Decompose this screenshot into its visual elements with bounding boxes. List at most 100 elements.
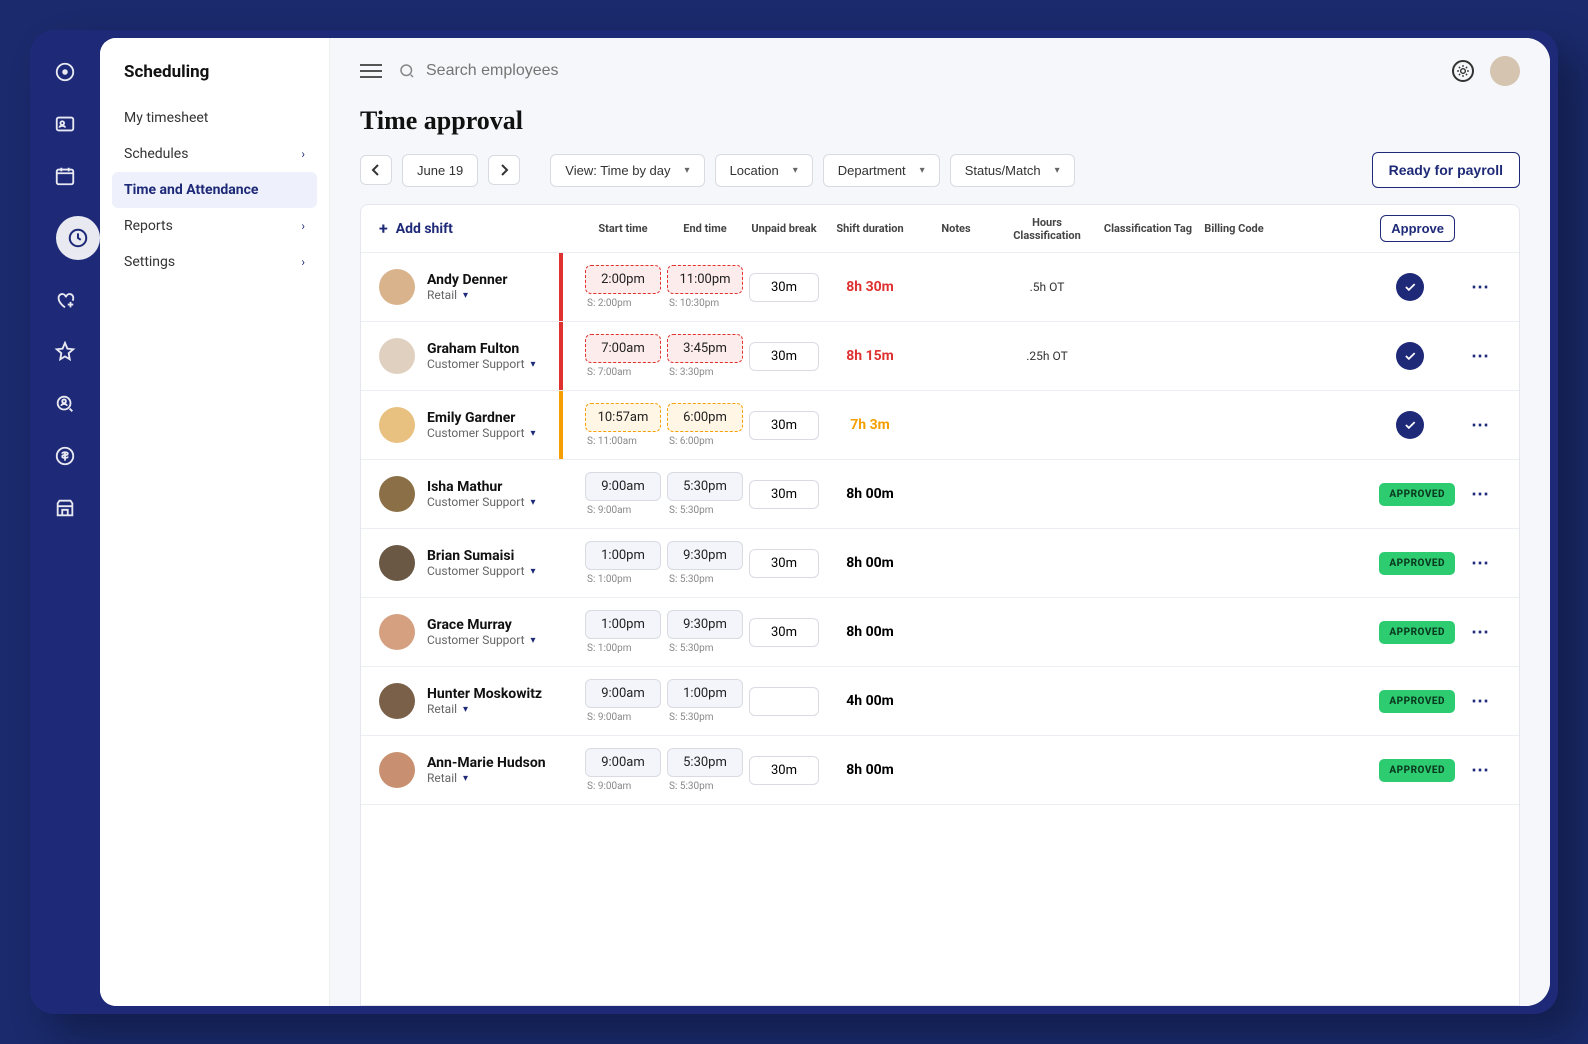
break-input[interactable]: 30m bbox=[749, 549, 819, 578]
employee-name: Grace Murray bbox=[427, 617, 536, 633]
break-input[interactable] bbox=[749, 687, 819, 716]
start-time-input[interactable]: 1:00pm bbox=[585, 610, 661, 639]
end-time-input[interactable]: 3:45pm bbox=[667, 334, 743, 363]
star-icon[interactable] bbox=[53, 340, 77, 364]
break-input[interactable]: 30m bbox=[749, 273, 819, 302]
date-label[interactable]: June 19 bbox=[402, 154, 478, 187]
calendar-icon[interactable] bbox=[53, 164, 77, 188]
approve-all-button[interactable]: Approve bbox=[1380, 215, 1455, 242]
end-time-input[interactable]: 5:30pm bbox=[667, 748, 743, 777]
help-icon[interactable] bbox=[1452, 60, 1474, 82]
table-row: Hunter MoskowitzRetail▾9:00amS: 9:00am1:… bbox=[361, 667, 1519, 736]
approved-badge: APPROVED bbox=[1379, 552, 1455, 575]
scheduled-start: S: 9:00am bbox=[585, 505, 661, 516]
end-time-input[interactable]: 9:30pm bbox=[667, 541, 743, 570]
break-input[interactable]: 30m bbox=[749, 342, 819, 371]
start-time-input[interactable]: 7:00am bbox=[585, 334, 661, 363]
row-more-button[interactable]: ⋯ bbox=[1461, 346, 1501, 367]
row-more-button[interactable]: ⋯ bbox=[1461, 277, 1501, 298]
break-input[interactable]: 30m bbox=[749, 411, 819, 440]
scheduled-start: S: 1:00pm bbox=[585, 574, 661, 585]
end-time-input[interactable]: 1:00pm bbox=[667, 679, 743, 708]
end-time-input[interactable]: 5:30pm bbox=[667, 472, 743, 501]
department-select[interactable]: Customer Support▾ bbox=[427, 495, 536, 509]
scheduled-start: S: 7:00am bbox=[585, 367, 661, 378]
plus-icon: + bbox=[379, 219, 388, 238]
menu-toggle[interactable] bbox=[360, 60, 382, 82]
avatar bbox=[379, 476, 415, 512]
search-input[interactable] bbox=[426, 62, 726, 80]
start-time-input[interactable]: 9:00am bbox=[585, 679, 661, 708]
approve-button[interactable] bbox=[1396, 411, 1424, 439]
department-select[interactable]: Retail▾ bbox=[427, 288, 507, 302]
scheduled-start: S: 1:00pm bbox=[585, 643, 661, 654]
start-time-input[interactable]: 1:00pm bbox=[585, 541, 661, 570]
hours-classification: .5h OT bbox=[997, 280, 1097, 294]
department-select[interactable]: Customer Support▾ bbox=[427, 633, 536, 647]
heart-plus-icon[interactable] bbox=[53, 288, 77, 312]
date-prev-button[interactable] bbox=[360, 155, 392, 185]
approved-badge: APPROVED bbox=[1379, 483, 1455, 506]
table-row: Brian SumaisiCustomer Support▾1:00pmS: 1… bbox=[361, 529, 1519, 598]
start-time-input[interactable]: 9:00am bbox=[585, 748, 661, 777]
sidenav-item[interactable]: Time and Attendance bbox=[112, 172, 317, 208]
end-time-input[interactable]: 9:30pm bbox=[667, 610, 743, 639]
row-more-button[interactable]: ⋯ bbox=[1461, 622, 1501, 643]
approve-button[interactable] bbox=[1396, 273, 1424, 301]
col-break: Unpaid break bbox=[749, 222, 819, 235]
status-dropdown[interactable]: Status/Match▾ bbox=[950, 154, 1075, 187]
sidenav-item[interactable]: Schedules› bbox=[112, 136, 317, 172]
end-time-input[interactable]: 6:00pm bbox=[667, 403, 743, 432]
start-time-input[interactable]: 2:00pm bbox=[585, 265, 661, 294]
location-dropdown[interactable]: Location▾ bbox=[715, 154, 813, 187]
sidenav-item[interactable]: Reports› bbox=[112, 208, 317, 244]
person-search-icon[interactable] bbox=[53, 392, 77, 416]
page-title: Time approval bbox=[360, 106, 1520, 136]
approve-button[interactable] bbox=[1396, 342, 1424, 370]
row-more-button[interactable]: ⋯ bbox=[1461, 415, 1501, 436]
avatar bbox=[379, 338, 415, 374]
table-row: Grace MurrayCustomer Support▾ 1:00pm S: 1:… bbox=[361, 598, 1519, 667]
ready-for-payroll-button[interactable]: Ready for payroll bbox=[1372, 152, 1520, 188]
sidenav-item[interactable]: Settings› bbox=[112, 244, 317, 280]
view-dropdown[interactable]: View: Time by day▾ bbox=[550, 154, 704, 187]
department-select[interactable]: Customer Support▾ bbox=[427, 426, 536, 440]
date-next-button[interactable] bbox=[488, 155, 520, 185]
shift-duration: 7h 3m bbox=[825, 417, 915, 433]
chevron-down-icon: ▾ bbox=[531, 359, 536, 370]
department-select[interactable]: Retail▾ bbox=[427, 771, 546, 785]
store-icon[interactable] bbox=[53, 496, 77, 520]
avatar bbox=[379, 752, 415, 788]
scheduled-start: S: 2:00pm bbox=[585, 298, 661, 309]
department-select[interactable]: Customer Support▾ bbox=[427, 357, 536, 371]
sidenav-item[interactable]: My timesheet bbox=[112, 100, 317, 136]
row-more-button[interactable]: ⋯ bbox=[1461, 691, 1501, 712]
dollar-icon[interactable] bbox=[53, 444, 77, 468]
add-shift-button[interactable]: +Add shift bbox=[379, 219, 579, 238]
row-more-button[interactable]: ⋯ bbox=[1461, 484, 1501, 505]
avatar bbox=[379, 269, 415, 305]
row-more-button[interactable]: ⋯ bbox=[1461, 553, 1501, 574]
break-input[interactable]: 30m bbox=[749, 480, 819, 509]
avatar bbox=[379, 683, 415, 719]
break-input[interactable]: 30m bbox=[749, 618, 819, 647]
department-dropdown[interactable]: Department▾ bbox=[823, 154, 940, 187]
row-flag-bar bbox=[559, 322, 563, 390]
row-more-button[interactable]: ⋯ bbox=[1461, 760, 1501, 781]
table-row: Emily GardnerCustomer Support▾10:57amS: … bbox=[361, 391, 1519, 460]
id-card-icon[interactable] bbox=[53, 112, 77, 136]
break-input[interactable]: 30m bbox=[749, 756, 819, 785]
chevron-down-icon: ▾ bbox=[685, 165, 690, 176]
user-avatar[interactable] bbox=[1490, 56, 1520, 86]
department-select[interactable]: Retail▾ bbox=[427, 702, 542, 716]
start-time-input[interactable]: 10:57am bbox=[585, 403, 661, 432]
logo-icon[interactable] bbox=[53, 60, 77, 84]
employee-name: Emily Gardner bbox=[427, 410, 536, 426]
end-time-input[interactable]: 11:00pm bbox=[667, 265, 743, 294]
chevron-down-icon: ▾ bbox=[463, 290, 468, 301]
clock-icon[interactable] bbox=[56, 216, 100, 260]
department-select[interactable]: Customer Support▾ bbox=[427, 564, 536, 578]
chevron-down-icon: ▾ bbox=[463, 704, 468, 715]
sidenav-item-label: My timesheet bbox=[124, 110, 208, 126]
start-time-input[interactable]: 9:00am bbox=[585, 472, 661, 501]
